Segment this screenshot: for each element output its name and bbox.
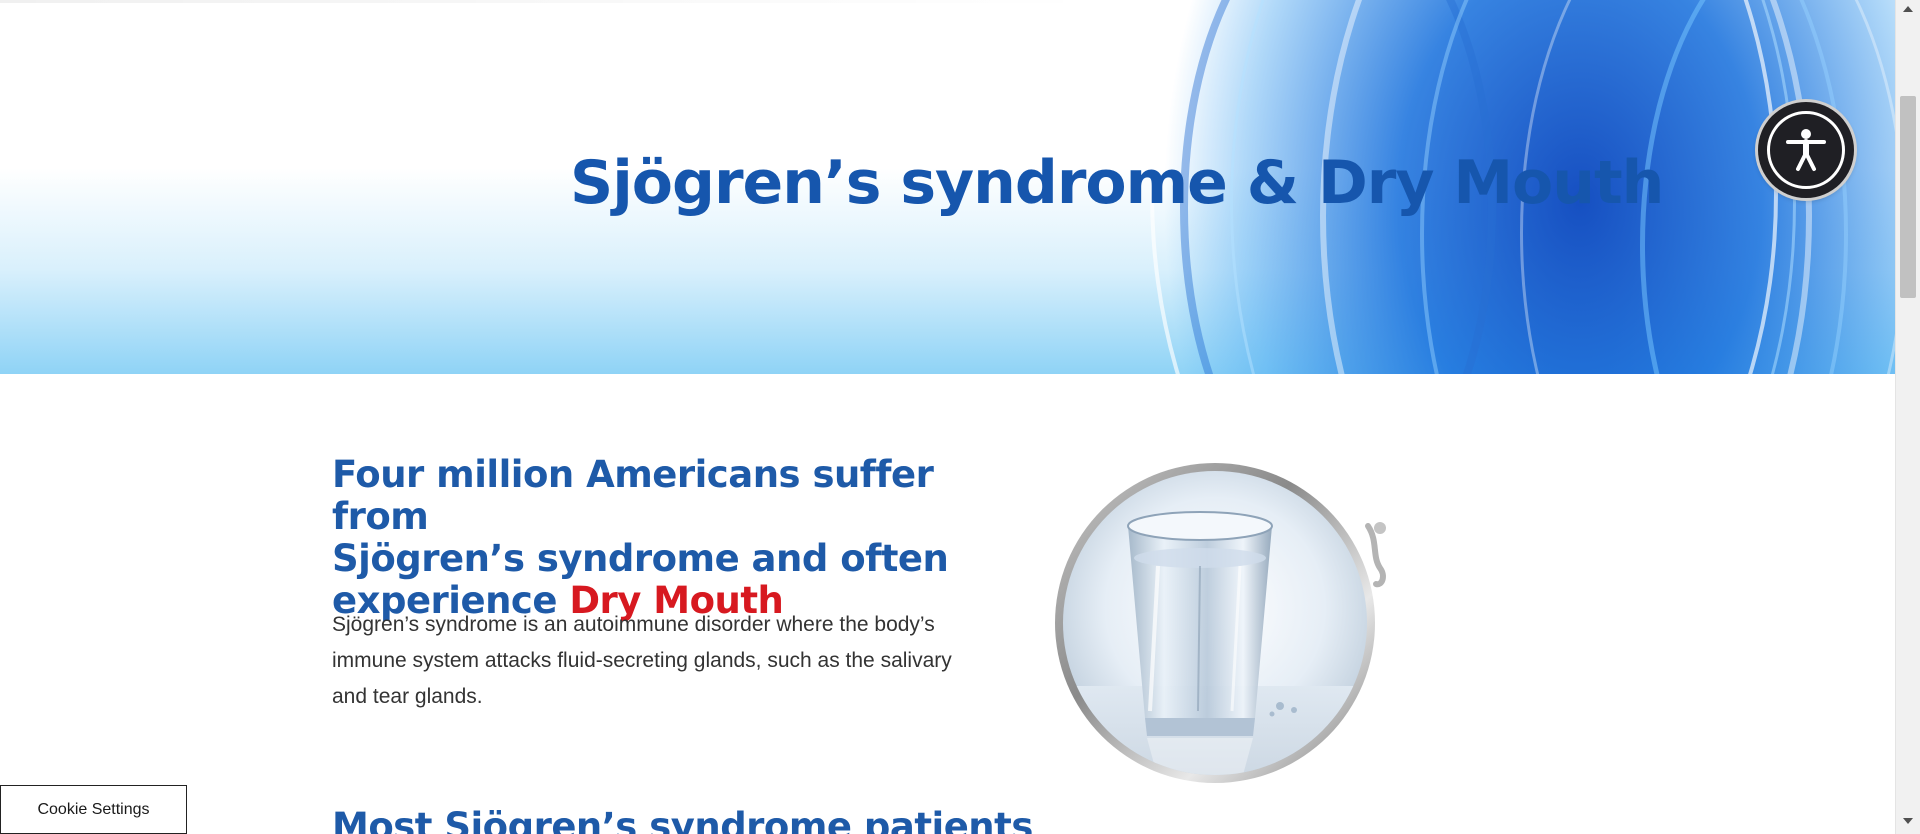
next-section-headline: Most Sjögren’s syndrome patients — [332, 805, 1033, 834]
hero-title: Sjögren’s syndrome & Dry Mouth — [570, 148, 1664, 218]
intro-headline: Four million Americans suffer from Sjögr… — [332, 454, 1032, 622]
headline-line-2: Sjögren’s syndrome and often — [332, 537, 949, 580]
accessibility-person-icon — [1767, 111, 1845, 189]
scrollbar-thumb[interactable] — [1900, 96, 1916, 298]
scroll-up-icon[interactable] — [1903, 6, 1913, 12]
intro-body-text: Sjögren’s syndrome is an autoimmune diso… — [332, 613, 952, 708]
hero-banner: Sjögren’s syndrome & Dry Mouth — [0, 0, 1895, 374]
glass-of-water-image — [1050, 456, 1390, 790]
cookie-settings-button[interactable]: Cookie Settings — [0, 785, 187, 834]
headline-line-1: Four million Americans suffer from — [332, 453, 934, 538]
scroll-down-icon[interactable] — [1903, 818, 1913, 824]
page: Sjögren’s syndrome & Dry Mouth Four mill… — [0, 0, 1920, 834]
accessibility-button[interactable] — [1758, 102, 1854, 198]
page-scrollbar[interactable] — [1895, 0, 1920, 834]
